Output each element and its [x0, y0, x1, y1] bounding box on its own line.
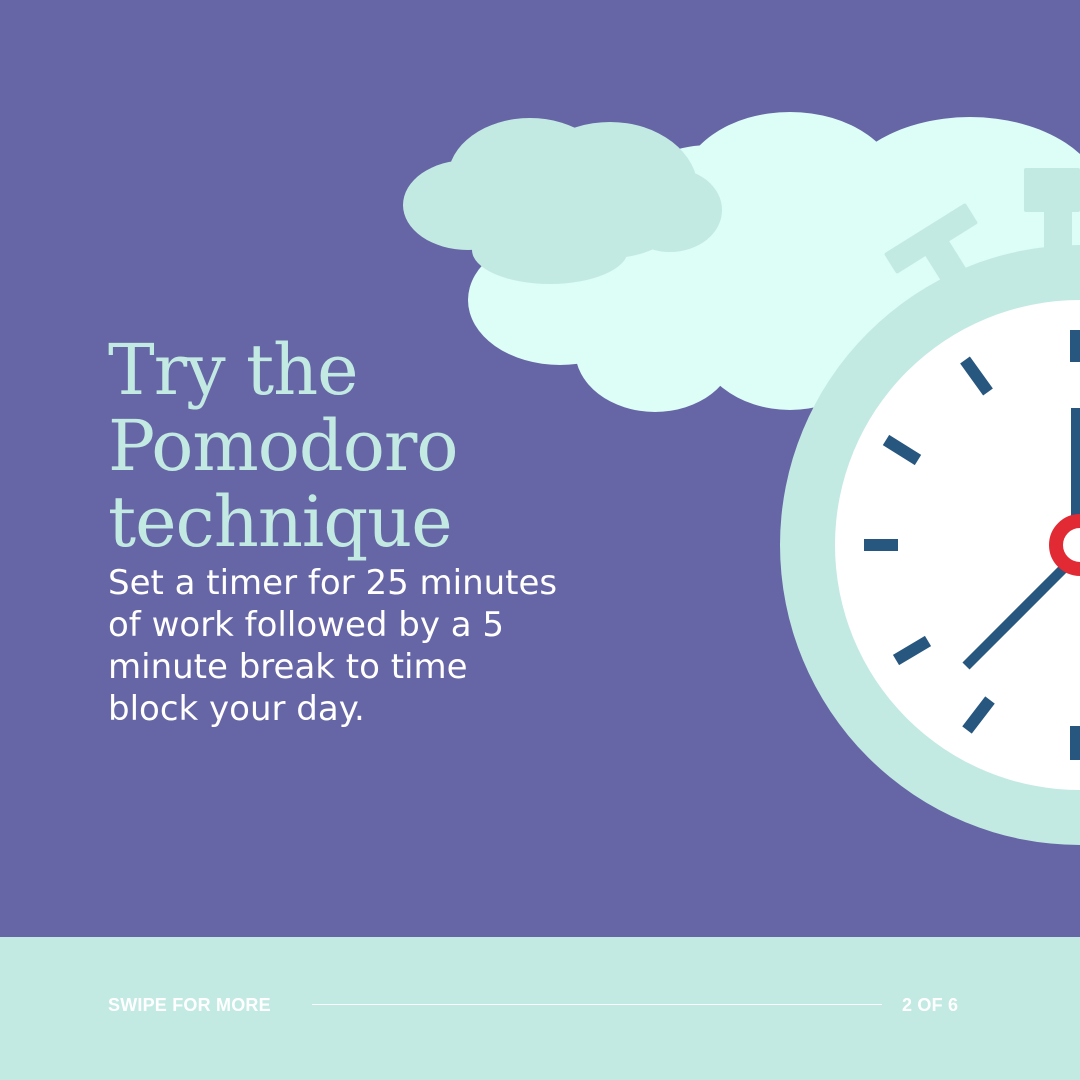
page-counter: 2 OF 6	[902, 995, 959, 1015]
headline-line-2: Pomodoro	[108, 405, 459, 487]
body-line-2: of work followed by a 5	[108, 605, 505, 645]
headline-line-3: technique	[108, 481, 453, 563]
slide-content: Try the Pomodoro technique Set a timer f…	[0, 0, 1080, 937]
headline-line-1: Try the	[108, 329, 359, 411]
body-line-1: Set a timer for 25 minutes	[108, 563, 558, 603]
body-line-4: block your day.	[108, 689, 365, 729]
headline: Try the Pomodoro technique	[108, 332, 628, 560]
footer-bar: SWIPE FOR MORE 2 OF 6	[0, 937, 1080, 1080]
footer-divider-line	[312, 1004, 882, 1005]
swipe-label: SWIPE FOR MORE	[108, 995, 271, 1015]
body-text: Set a timer for 25 minutes of work follo…	[108, 562, 628, 730]
body-line-3: minute break to time	[108, 647, 468, 687]
